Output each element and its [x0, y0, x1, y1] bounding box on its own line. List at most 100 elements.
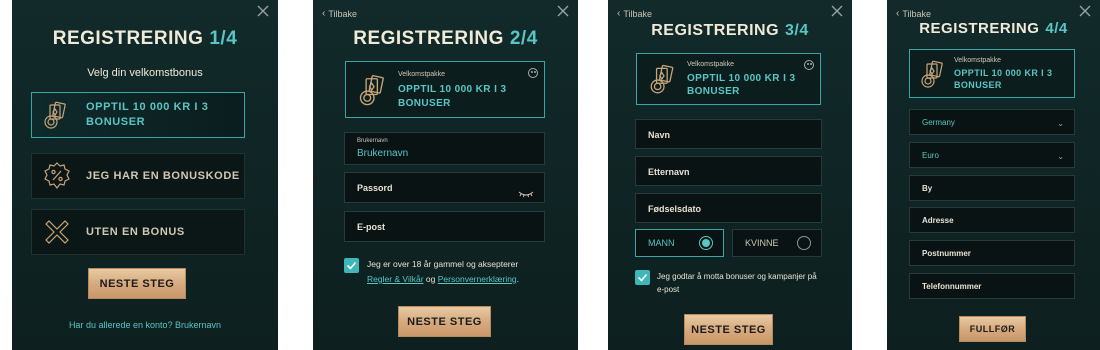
phone-label: Telefonnummer: [922, 282, 982, 291]
chevron-left-icon: ‹: [617, 8, 621, 19]
registration-step-4-panel: ‹ Tilbake REGISTRERING 4/4 Velkomstpakke …: [887, 0, 1100, 350]
gender-female-label: KVINNE: [745, 238, 779, 248]
gender-male-label: MANN: [648, 238, 675, 248]
package-text-line2: BONUSER: [687, 86, 740, 97]
username-field[interactable]: Brukernavn Brukernavn: [344, 132, 545, 165]
marketing-consent-text: Jeg godtar å motta bonuser og kampanjer …: [657, 272, 817, 294]
marketing-consent-checkbox[interactable]: [635, 270, 650, 285]
next-step-button[interactable]: NESTE STEG: [88, 268, 186, 299]
bonus-option-no-bonus[interactable]: UTEN EN BONUS: [31, 209, 245, 255]
postcode-label: Postnummer: [922, 249, 971, 258]
radio-selected-icon: [699, 236, 713, 250]
chip-cards-icon: [918, 58, 956, 96]
first-name-label: Navn: [648, 130, 671, 140]
x-mark-icon: [40, 215, 74, 249]
package-text-line2: BONUSER: [398, 98, 451, 109]
back-link[interactable]: ‹ Tilbake: [322, 8, 357, 19]
page-title: REGISTRERING 3/4: [608, 22, 852, 40]
birthdate-field[interactable]: Fødselsdato: [635, 193, 822, 223]
option-label: OPPTIL 10 000 KR I 3 BONUSER: [86, 101, 209, 128]
chevron-down-icon: ⌄: [1057, 119, 1064, 128]
step-indicator: 2/4: [509, 28, 538, 49]
country-value: Germany: [922, 118, 955, 127]
registration-step-1-panel: REGISTRERING 1/4 Velg din velkomstbonus O…: [12, 0, 278, 350]
close-icon[interactable]: [557, 5, 569, 17]
welcome-package-card: Velkomstpakke OPPTIL 10 000 KR I 3 BONUS…: [636, 53, 821, 105]
country-select[interactable]: Germany ⌄: [909, 109, 1075, 135]
next-step-button[interactable]: NESTE STEG: [684, 314, 773, 345]
back-label: Tilbake: [328, 8, 358, 19]
bonus-option-welcome-package[interactable]: OPPTIL 10 000 KR I 3 BONUSER: [31, 92, 245, 138]
and-text: og: [425, 274, 436, 284]
age-terms-consent: Jeg er over 18 år gammel og aksepterer R…: [367, 257, 552, 287]
back-link[interactable]: ‹ Tilbake: [617, 8, 652, 19]
chip-cards-icon: [356, 72, 394, 110]
option-label: UTEN EN BONUS: [86, 225, 185, 238]
title-text: REGISTRERING: [919, 20, 1040, 37]
username-label: Brukernavn: [357, 138, 388, 144]
smiley-icon: [528, 68, 538, 78]
next-step-button[interactable]: NESTE STEG: [398, 306, 491, 337]
registration-step-2-panel: ‹ Tilbake REGISTRERING 2/4 Velkomstpakke …: [313, 0, 578, 350]
gender-female-option[interactable]: KVINNE: [732, 229, 822, 257]
page-title: REGISTRERING 2/4: [313, 28, 578, 50]
city-label: By: [922, 184, 933, 193]
back-label: Tilbake: [623, 8, 653, 19]
finish-button[interactable]: FULLFØR: [959, 316, 1026, 342]
username-value: Brukernavn: [357, 148, 409, 159]
welcome-package-card: Velkomstpakke OPPTIL 10 000 KR I 3 BONUS…: [345, 61, 545, 118]
bonus-subtitle: Velg din velkomstbonus: [87, 67, 203, 79]
first-name-field[interactable]: Navn: [635, 119, 822, 149]
chip-cards-icon: [647, 62, 685, 100]
currency-value: Euro: [922, 151, 939, 160]
terms-link[interactable]: Regler & Vilkår: [367, 274, 424, 284]
radio-unselected-icon: [797, 236, 811, 250]
registration-step-3-panel: ‹ Tilbake REGISTRERING 3/4 Velkomstpakke …: [608, 0, 852, 350]
postcode-field[interactable]: Postnummer: [909, 240, 1075, 266]
close-icon[interactable]: [257, 5, 269, 17]
back-label: Tilbake: [902, 8, 932, 19]
back-link[interactable]: ‹ Tilbake: [896, 8, 931, 19]
step-indicator: 4/4: [1045, 20, 1068, 37]
chevron-left-icon: ‹: [322, 8, 326, 19]
title-text: REGISTRERING: [353, 28, 504, 49]
option-label: JEG HAR EN BONUSKODE: [86, 169, 240, 182]
title-text: REGISTRERING: [651, 22, 780, 39]
package-label: Velkomstpakke: [398, 71, 446, 78]
title-text: REGISTRERING: [52, 28, 204, 49]
package-text-line1: OPPTIL 10 000 KR I 3: [954, 68, 1053, 78]
smiley-icon: [804, 60, 814, 70]
close-icon[interactable]: [1079, 5, 1091, 17]
birthdate-label: Fødselsdato: [648, 204, 702, 214]
phone-field[interactable]: Telefonnummer: [909, 273, 1075, 299]
password-label: Passord: [357, 183, 393, 193]
page-title: REGISTRERING 1/4: [12, 28, 278, 50]
currency-select[interactable]: Euro ⌄: [909, 142, 1075, 168]
chevron-down-icon: ⌄: [1057, 152, 1064, 161]
welcome-package-card: Velkomstpakke OPPTIL 10 000 KR I 3 BONUS…: [909, 49, 1075, 98]
last-name-label: Etternavn: [648, 167, 690, 177]
chevron-left-icon: ‹: [896, 8, 900, 19]
age-terms-checkbox[interactable]: [344, 258, 359, 273]
email-label: E-post: [357, 222, 385, 232]
package-label: Velkomstpakke: [954, 57, 1002, 64]
package-text-line1: OPPTIL 10 000 KR I 3: [687, 73, 796, 84]
step-indicator: 3/4: [785, 22, 809, 39]
close-icon[interactable]: [831, 5, 843, 17]
city-field[interactable]: By: [909, 175, 1075, 201]
period-text: .: [516, 274, 520, 284]
privacy-link[interactable]: Personvernerklæring: [438, 274, 517, 284]
last-name-field[interactable]: Etternavn: [635, 156, 822, 186]
bonus-option-bonus-code[interactable]: JEG HAR EN BONUSKODE: [31, 153, 245, 199]
address-label: Adresse: [922, 216, 954, 225]
chip-cards-icon: [40, 98, 74, 132]
step-indicator: 1/4: [209, 28, 238, 49]
email-field[interactable]: E-post: [344, 211, 545, 242]
eye-closed-icon[interactable]: [518, 185, 534, 198]
login-link[interactable]: Har du allerede en konto? Brukernavn: [12, 320, 278, 330]
package-text-line2: BONUSER: [954, 80, 1002, 90]
gender-male-option[interactable]: MANN: [635, 229, 724, 257]
package-text-line1: OPPTIL 10 000 KR I 3: [398, 84, 507, 95]
address-field[interactable]: Adresse: [909, 207, 1075, 233]
password-field[interactable]: Passord: [344, 172, 545, 203]
